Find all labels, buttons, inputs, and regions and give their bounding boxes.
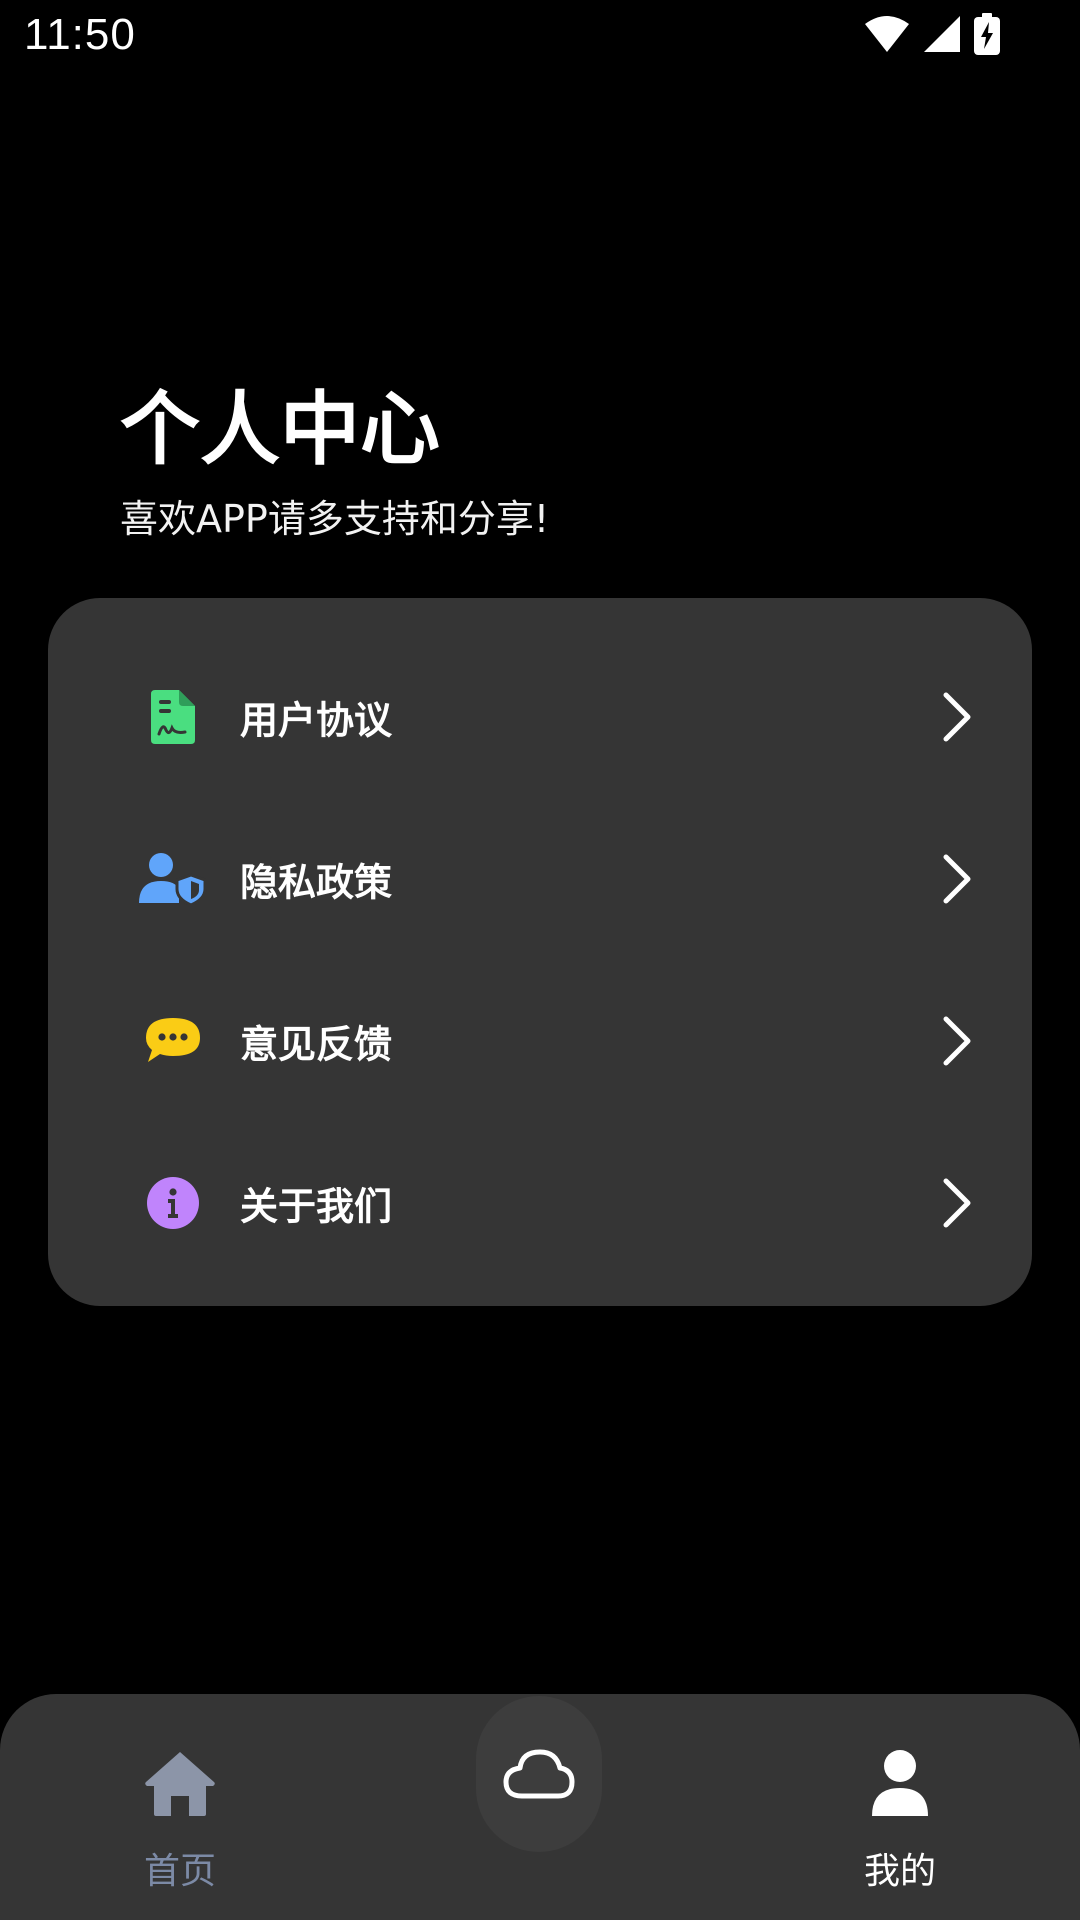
chevron-right-icon — [943, 692, 971, 742]
nav-item-home[interactable]: 首页 — [80, 1694, 280, 1920]
chevron-right-icon — [943, 854, 971, 904]
nav-item-label: 首页 — [143, 1851, 216, 1892]
screen: 11:50 个人中心 喜欢APP请多支持和分享! 用户协议 隐私政策 意见反馈 … — [0, 0, 1080, 1920]
menu-item-user-agreement[interactable]: 用户协议 — [48, 636, 1032, 798]
page-title: 个人中心 — [120, 383, 440, 476]
status-bar: 11:50 — [0, 0, 1080, 72]
menu-item-label: 关于我们 — [240, 1184, 393, 1229]
menu-card: 用户协议 隐私政策 意见反馈 关于我们 — [48, 598, 1032, 1306]
menu-item-about-us[interactable]: 关于我们 — [48, 1122, 1032, 1284]
nav-item-label: 我的 — [863, 1851, 936, 1892]
battery-charging-icon — [974, 13, 1000, 55]
home-icon — [145, 1752, 215, 1816]
menu-item-privacy-policy[interactable]: 隐私政策 — [48, 798, 1032, 960]
user-icon — [872, 1750, 928, 1816]
info-icon — [138, 1168, 208, 1238]
nav-item-mine[interactable]: 我的 — [800, 1694, 1000, 1920]
page-subtitle: 喜欢APP请多支持和分享! — [120, 497, 550, 541]
chevron-right-icon — [943, 1016, 971, 1066]
user-shield-icon — [138, 844, 208, 914]
menu-item-label: 用户协议 — [240, 698, 393, 743]
document-icon — [138, 682, 208, 752]
menu-item-label: 意见反馈 — [240, 1022, 393, 1067]
center-cloud-button[interactable] — [476, 1696, 602, 1852]
status-time: 11:50 — [24, 10, 136, 59]
menu-item-label: 隐私政策 — [240, 860, 393, 905]
cloud-icon — [503, 1749, 575, 1799]
status-icons — [864, 12, 1000, 56]
wifi-icon — [865, 16, 909, 52]
chat-bubble-icon — [138, 1006, 208, 1076]
cellular-signal-icon — [924, 16, 960, 52]
menu-item-feedback[interactable]: 意见反馈 — [48, 960, 1032, 1122]
chevron-right-icon — [943, 1178, 971, 1228]
